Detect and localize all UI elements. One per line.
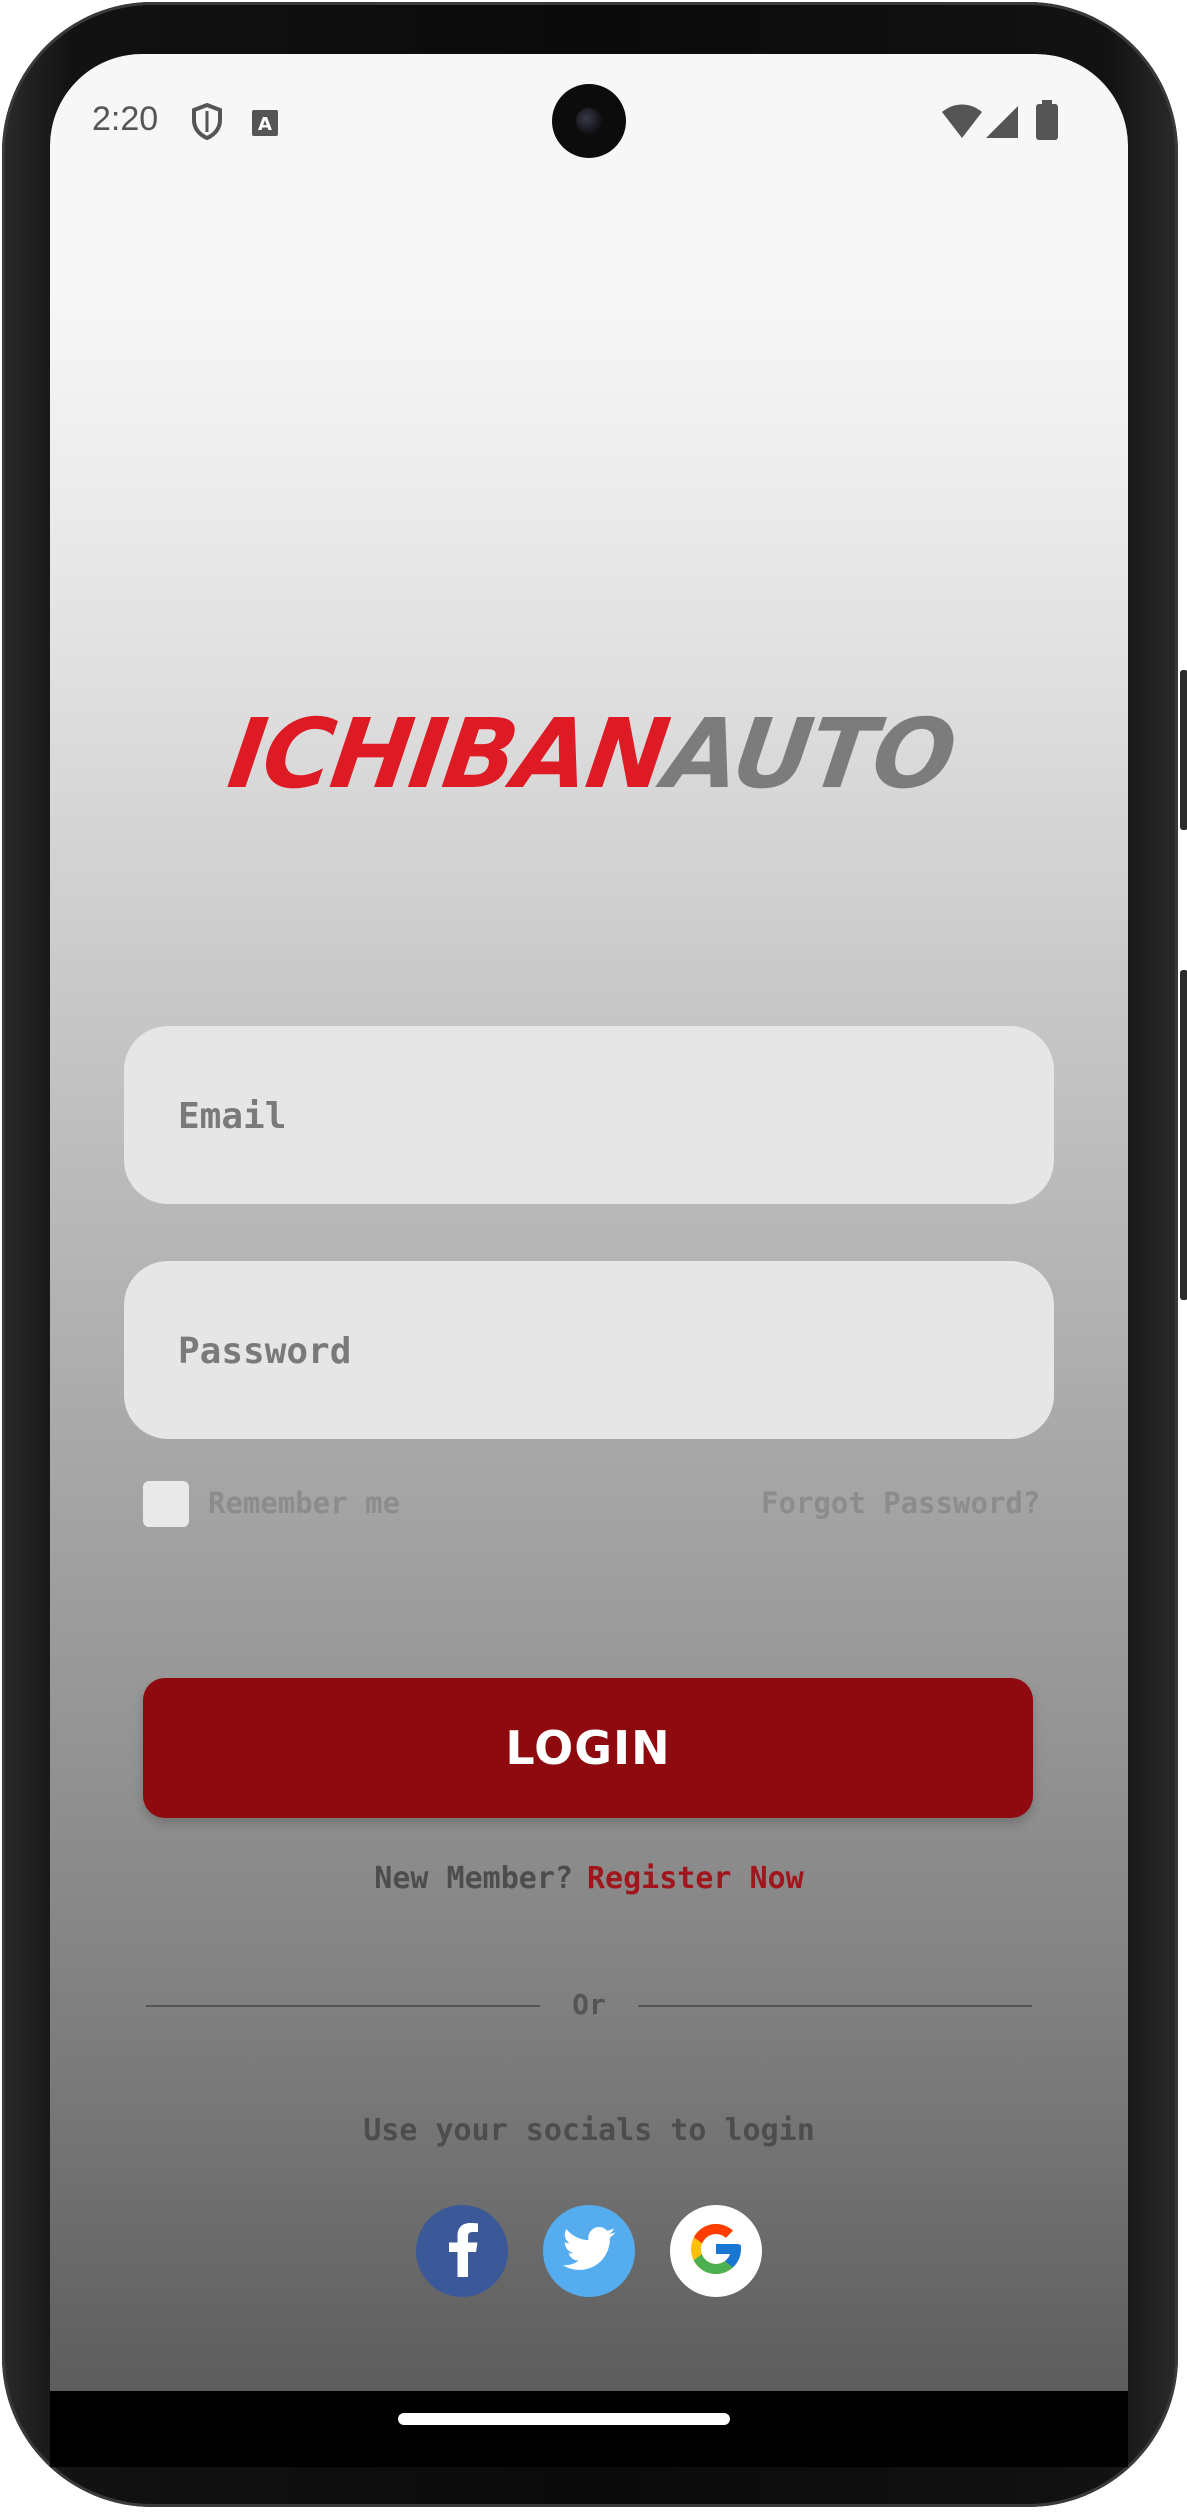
register-now-link[interactable]: Register Now [587, 1861, 804, 1896]
email-input[interactable] [176, 1026, 1020, 1206]
login-button[interactable]: LOGIN [143, 1678, 1033, 1818]
a-badge-icon: A [252, 110, 278, 140]
signal-icon [984, 104, 1020, 144]
battery-icon [1036, 100, 1058, 144]
home-indicator[interactable] [398, 2413, 730, 2425]
password-input[interactable] [176, 1261, 1020, 1441]
facebook-login-button[interactable] [416, 2205, 508, 2297]
screen: 2:20 A ICHIBANAUTO Rememb [50, 54, 1128, 2391]
remember-me-checkbox[interactable] [143, 1481, 189, 1527]
logo-part-auto: AUTO [658, 698, 961, 810]
forgot-password-link[interactable]: Forgot Password? [761, 1486, 1040, 1520]
twitter-login-button[interactable] [543, 2205, 635, 2297]
wifi-icon [940, 104, 984, 144]
shield-icon [190, 102, 224, 144]
new-member-text: New Member? [374, 1861, 573, 1896]
front-camera [552, 84, 626, 158]
google-icon [686, 2219, 746, 2283]
volume-button [1180, 670, 1187, 830]
navigation-bar [50, 2391, 1128, 2467]
google-login-button[interactable] [670, 2205, 762, 2297]
logo-part-ichiban: ICHIBAN [222, 698, 674, 810]
phone: 2:20 A ICHIBANAUTO Rememb [0, 0, 1187, 2513]
power-button [1180, 970, 1187, 1300]
password-field[interactable] [124, 1261, 1054, 1441]
svg-text:A: A [258, 114, 272, 135]
brand-logo: ICHIBANAUTO [222, 698, 961, 810]
register-row: New Member? Register Now [50, 1861, 1128, 1896]
remember-me-label[interactable]: Remember me [208, 1486, 400, 1520]
socials-label: Use your socials to login [363, 2113, 815, 2148]
email-field[interactable] [124, 1026, 1054, 1206]
status-time: 2:20 [92, 100, 159, 138]
twitter-icon [562, 2227, 616, 2275]
divider-line-right [638, 2005, 1032, 2007]
facebook-icon [442, 2221, 482, 2281]
